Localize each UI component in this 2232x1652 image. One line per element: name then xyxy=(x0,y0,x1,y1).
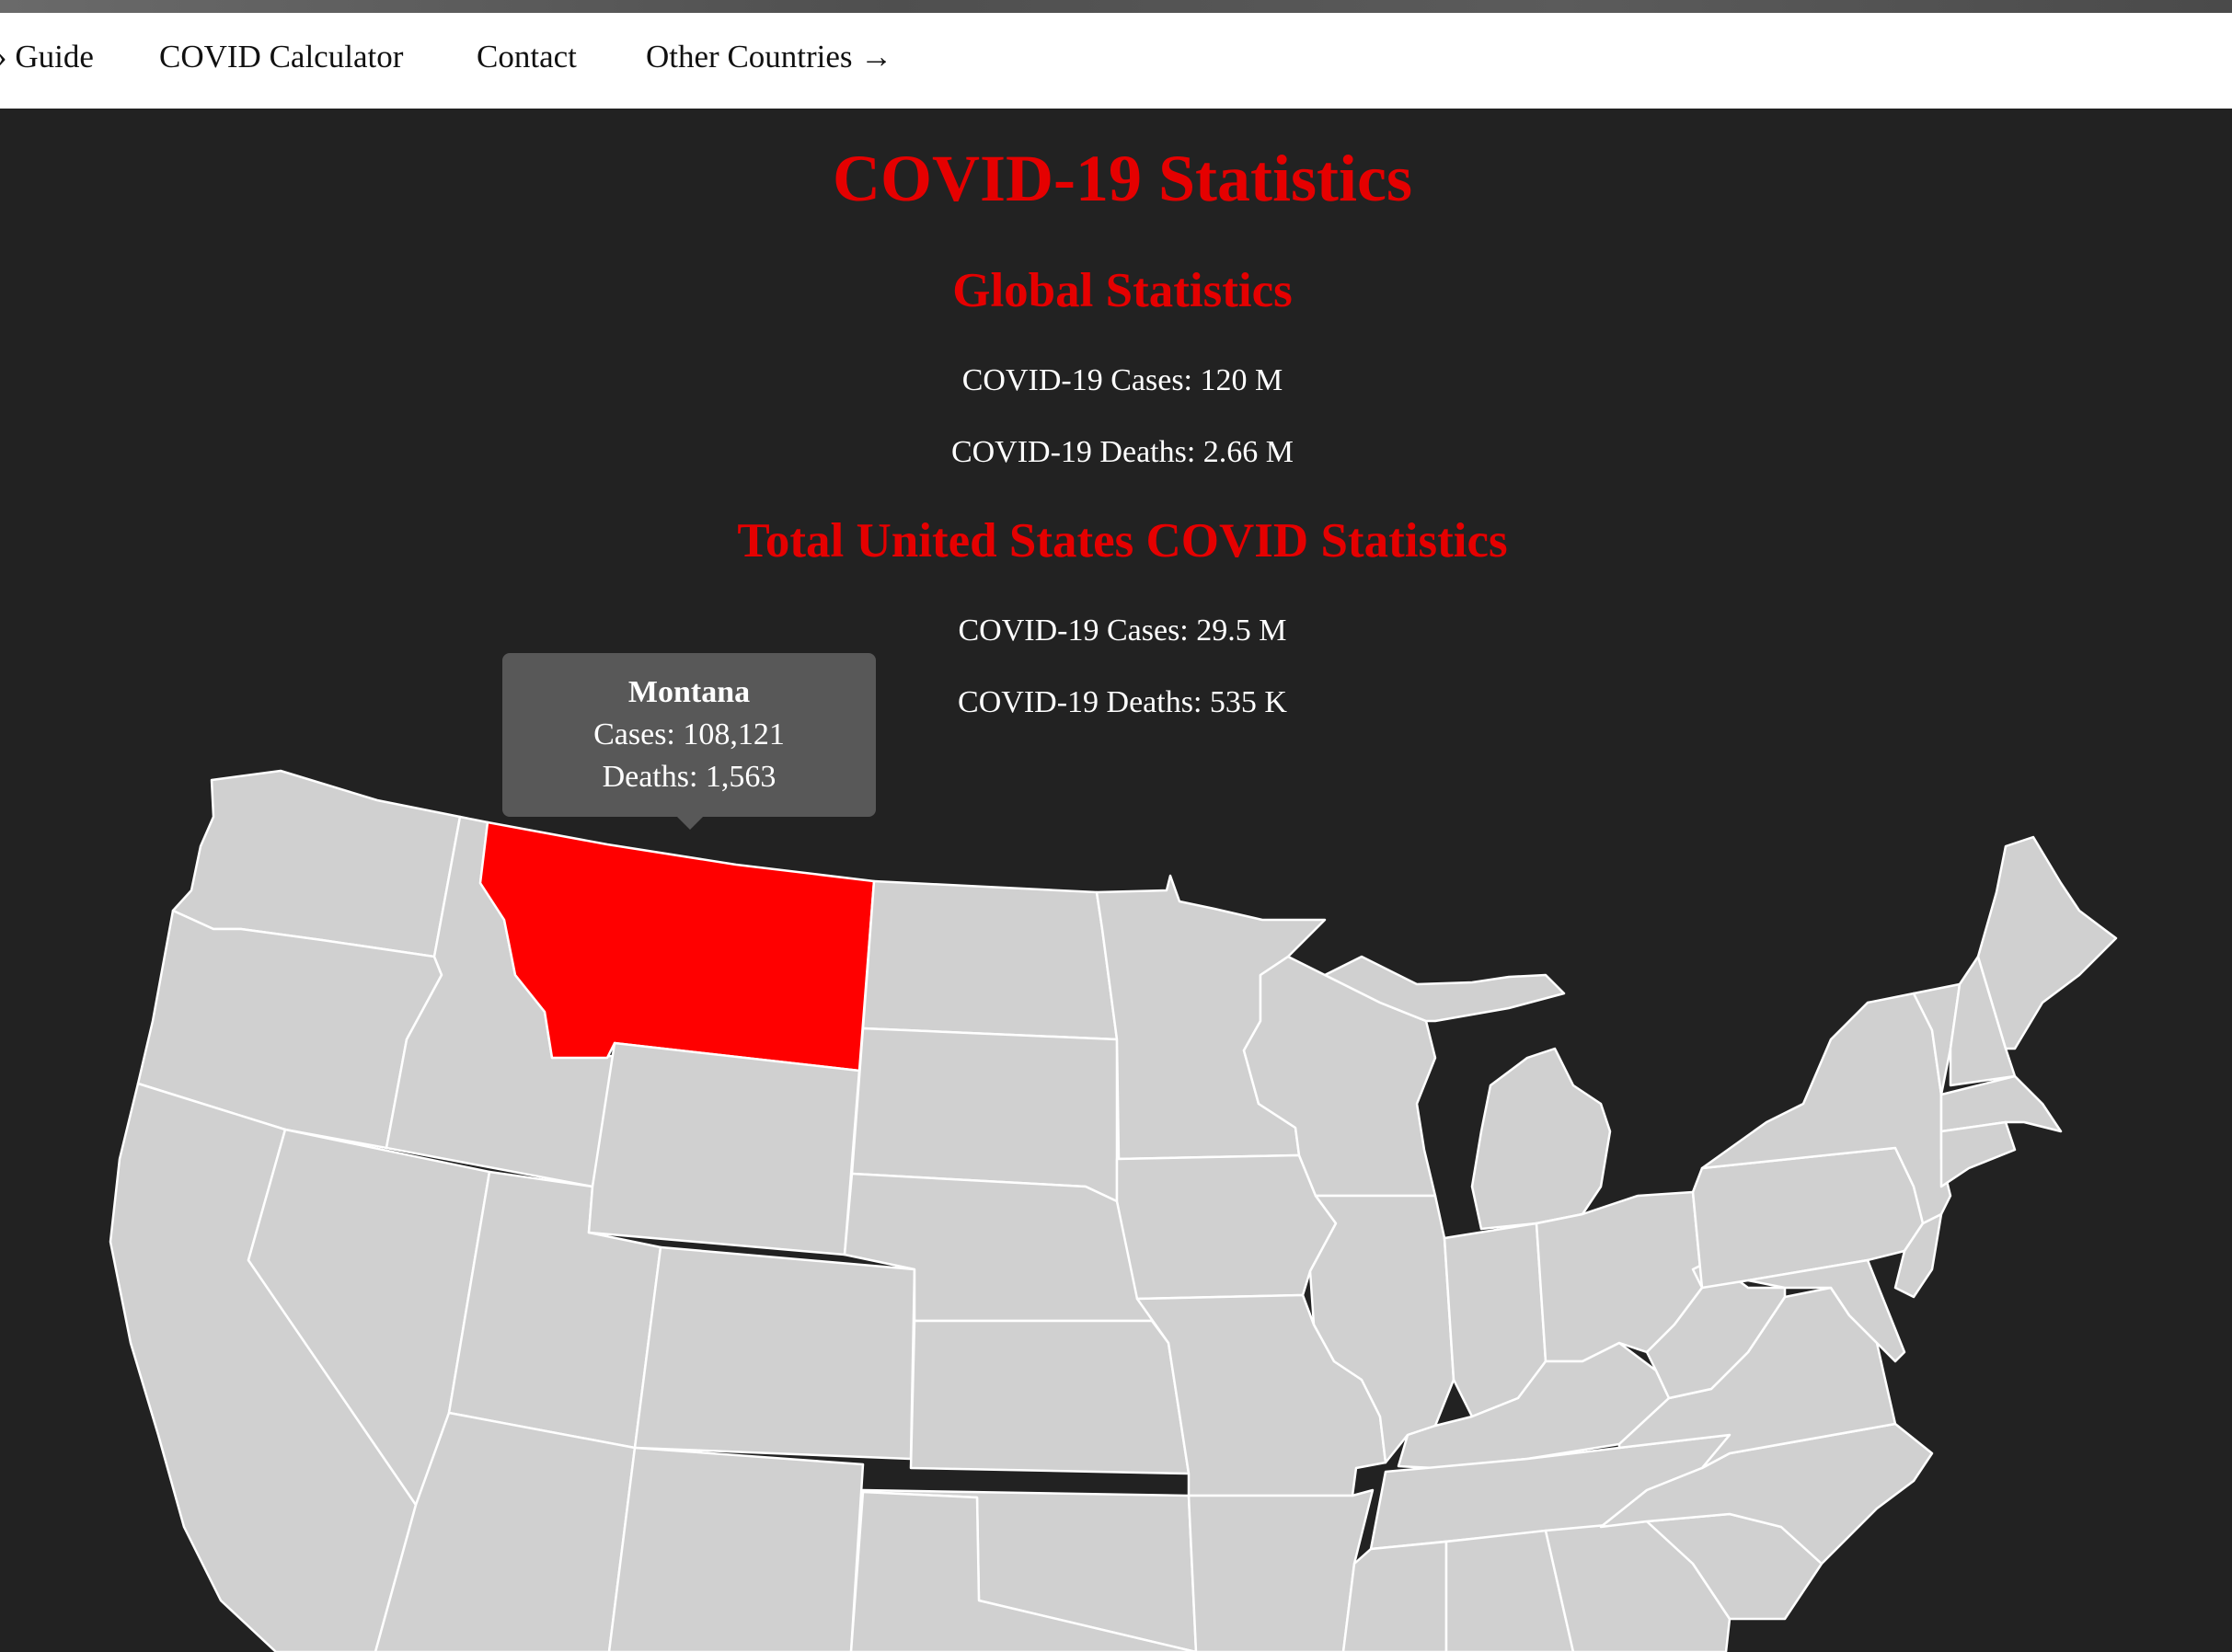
state-connecticut[interactable] xyxy=(1939,1120,2017,1188)
tooltip-state-name: Montana xyxy=(627,675,751,709)
state-arkansas[interactable] xyxy=(1187,1488,1375,1652)
tooltip-cases: Cases: 108,121 xyxy=(593,717,785,751)
state-michigan-lower[interactable] xyxy=(1470,1047,1612,1231)
state-mississippi[interactable] xyxy=(1341,1540,1448,1652)
state-colorado[interactable] xyxy=(633,1245,916,1461)
state-pennsylvania[interactable] xyxy=(1691,1146,1925,1290)
state-tooltip: Montana Cases: 108,121 Deaths: 1,563 xyxy=(502,653,876,830)
state-maine[interactable] xyxy=(1976,835,2118,1050)
state-wyoming[interactable] xyxy=(587,1041,861,1256)
tooltip-deaths: Deaths: 1,563 xyxy=(602,760,777,794)
us-states-map xyxy=(109,769,2118,1652)
state-iowa[interactable] xyxy=(1115,1153,1338,1301)
state-north-dakota[interactable] xyxy=(861,879,1119,1041)
state-kansas[interactable] xyxy=(909,1319,1191,1475)
state-new-mexico[interactable] xyxy=(607,1446,865,1652)
